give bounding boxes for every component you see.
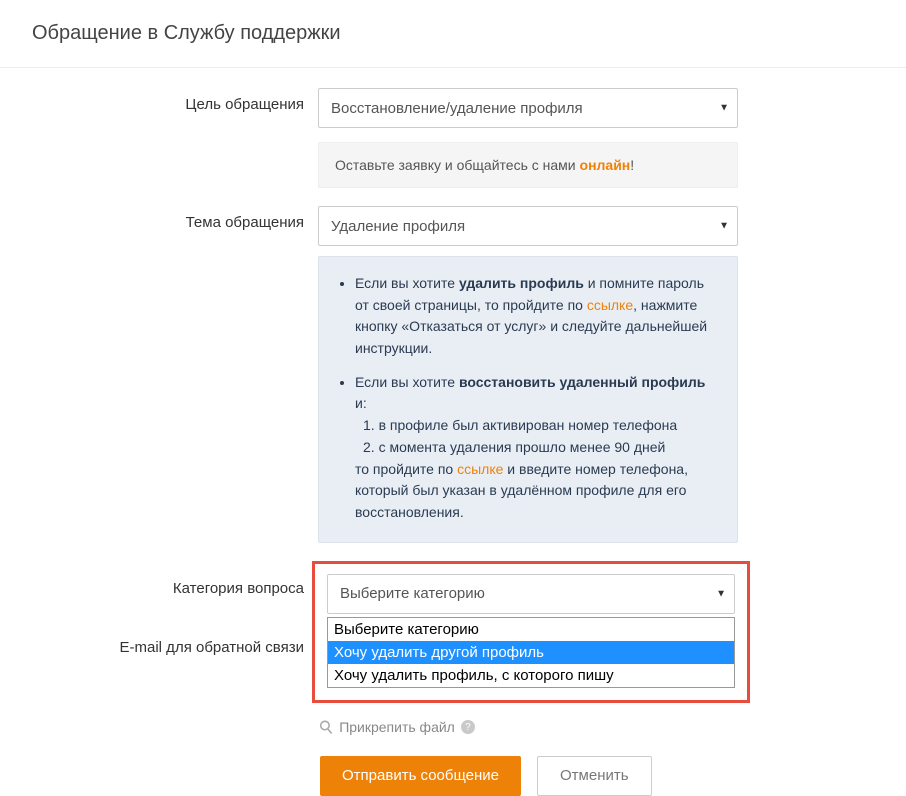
category-option-placeholder[interactable]: Выберите категорию: [328, 618, 734, 641]
t: 2. с момента удаления прошло менее 90 дн…: [355, 439, 665, 455]
online-notice: Оставьте заявку и общайтесь с нами онлай…: [318, 142, 738, 188]
delete-link[interactable]: ссылке: [587, 297, 633, 313]
action-buttons: Отправить сообщение Отменить: [320, 756, 906, 796]
info-bullet-restore: Если вы хотите восстановить удаленный пр…: [355, 372, 719, 524]
chevron-down-icon: ▼: [719, 221, 729, 232]
row-email: E-mail для обратной связи: [0, 593, 318, 656]
notice-text-prefix: Оставьте заявку и общайтесь с нами: [335, 157, 580, 173]
page-title: Обращение в Службу поддержки: [0, 0, 906, 68]
category-option-delete-other[interactable]: Хочу удалить другой профиль: [328, 641, 734, 664]
restore-link[interactable]: ссылке: [457, 461, 503, 477]
t: восстановить удаленный профиль: [459, 374, 705, 390]
submit-button[interactable]: Отправить сообщение: [320, 756, 521, 796]
purpose-label: Цель обращения: [0, 88, 318, 113]
t: Если вы хотите: [355, 275, 459, 291]
cancel-button[interactable]: Отменить: [537, 756, 652, 796]
topic-select-value: Удаление профиля: [331, 218, 465, 235]
category-dropdown[interactable]: Выберите категорию Хочу удалить другой п…: [327, 617, 735, 688]
row-purpose: Цель обращения Восстановление/удаление п…: [0, 88, 906, 188]
info-box: Если вы хотите удалить профиль и помните…: [318, 256, 738, 543]
t: удалить профиль: [459, 275, 584, 291]
attach-label: Прикрепить файл: [339, 719, 455, 735]
category-option-delete-current[interactable]: Хочу удалить профиль, с которого пишу: [328, 664, 734, 687]
category-select[interactable]: Выберите категорию ▼: [327, 574, 735, 614]
chevron-down-icon: ▼: [716, 588, 726, 599]
attach-file-row[interactable]: ⚲ Прикрепить файл ?: [320, 717, 906, 738]
t: и:: [355, 395, 367, 411]
category-highlight-frame: Выберите категорию ▼ Выберите категорию …: [312, 561, 750, 703]
t: то пройдите по: [355, 461, 457, 477]
row-topic: Тема обращения Удаление профиля ▼ Если в…: [0, 206, 906, 543]
purpose-select-value: Восстановление/удаление профиля: [331, 100, 583, 117]
t: 1. в профиле был активирован номер телеф…: [355, 417, 677, 433]
email-label: E-mail для обратной связи: [0, 593, 318, 656]
support-form: Цель обращения Восстановление/удаление п…: [0, 68, 906, 796]
info-bullet-delete: Если вы хотите удалить профиль и помните…: [355, 273, 719, 360]
category-select-value: Выберите категорию: [340, 585, 485, 602]
topic-label: Тема обращения: [0, 206, 318, 231]
chevron-down-icon: ▼: [719, 103, 729, 114]
topic-select[interactable]: Удаление профиля ▼: [318, 206, 738, 246]
paperclip-icon: ⚲: [315, 715, 339, 740]
purpose-select[interactable]: Восстановление/удаление профиля ▼: [318, 88, 738, 128]
notice-accent[interactable]: онлайн: [580, 157, 631, 173]
category-label: Категория вопроса: [0, 561, 318, 597]
t: Если вы хотите: [355, 374, 459, 390]
help-icon[interactable]: ?: [461, 720, 475, 734]
notice-text-suffix: !: [630, 157, 634, 173]
